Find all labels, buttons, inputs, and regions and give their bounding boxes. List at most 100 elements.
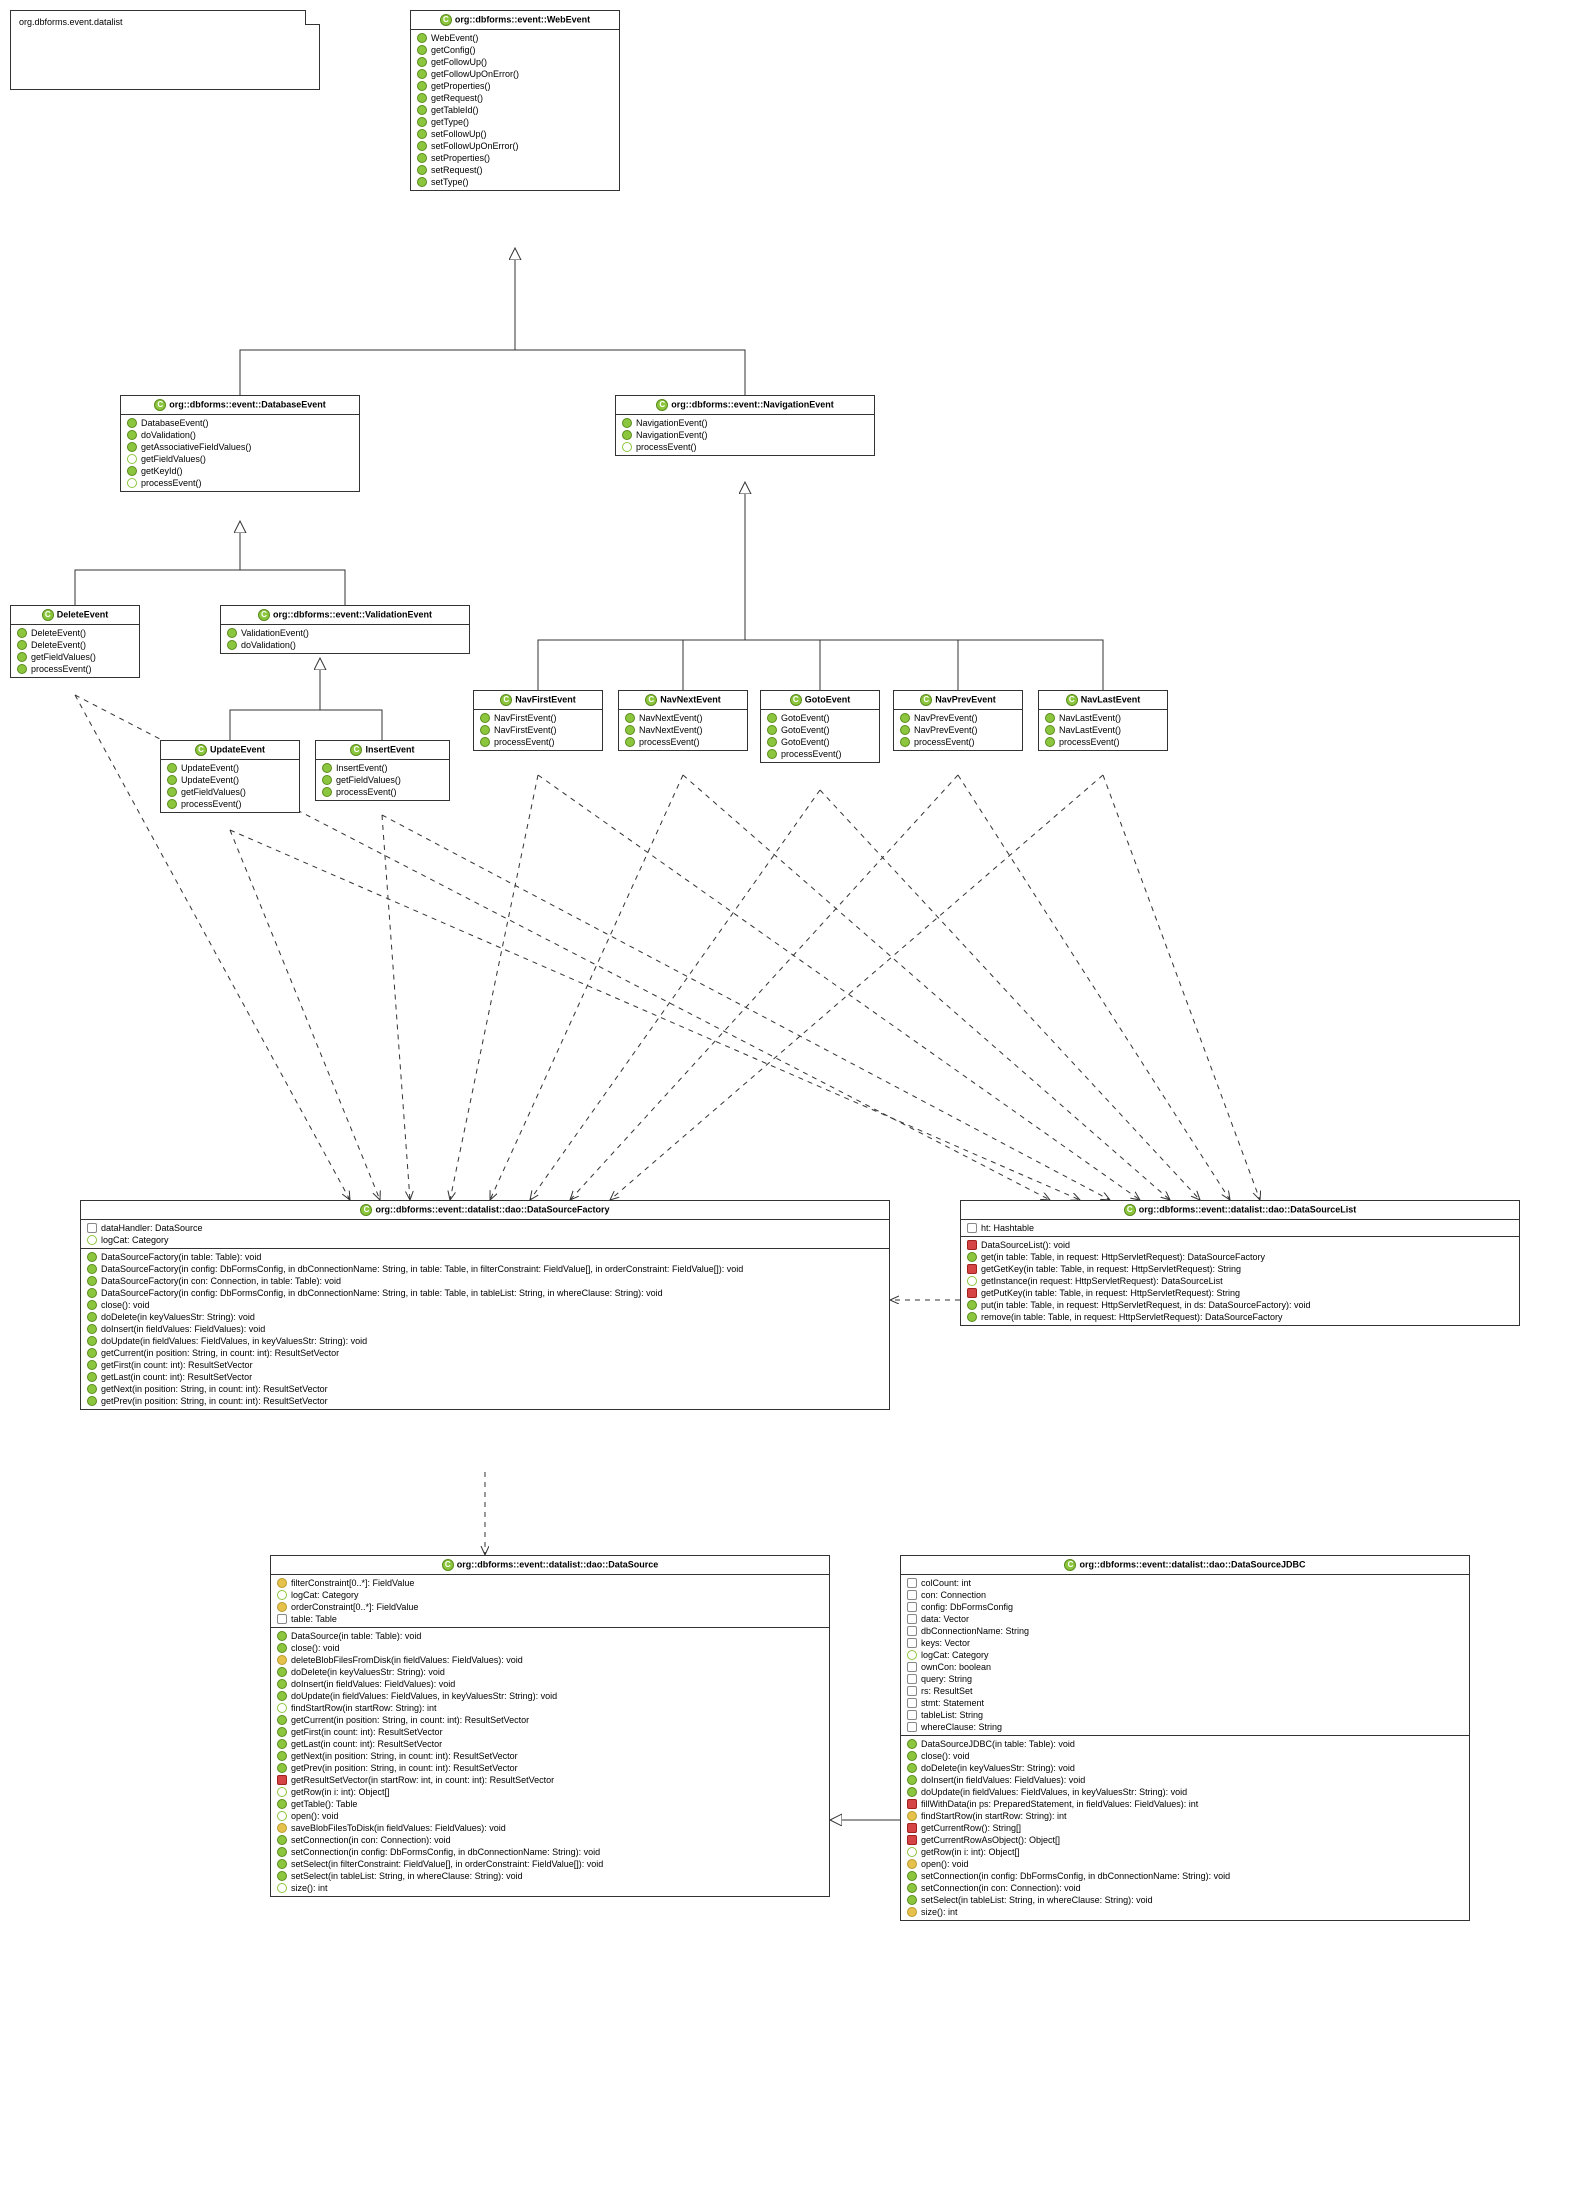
operation-text: NavNextEvent() <box>639 725 703 735</box>
operation-row: doInsert(in fieldValues: FieldValues): v… <box>901 1774 1469 1786</box>
operation-text: UpdateEvent() <box>181 763 239 773</box>
visibility-icon <box>417 45 427 55</box>
visibility-icon <box>17 664 27 674</box>
operation-row: deleteBlobFilesFromDisk(in fieldValues: … <box>271 1654 829 1666</box>
visibility-icon <box>967 1276 977 1286</box>
visibility-icon <box>967 1223 977 1233</box>
class-icon: C <box>1124 1204 1136 1216</box>
visibility-icon <box>417 165 427 175</box>
attribute-row: dataHandler: DataSource <box>81 1222 889 1234</box>
visibility-icon <box>277 1631 287 1641</box>
class-header: Corg::dbforms::event::ValidationEvent <box>221 606 469 625</box>
class-GotoEvent: CGotoEventGotoEvent()GotoEvent()GotoEven… <box>760 690 880 763</box>
operation-text: NavPrevEvent() <box>914 725 978 735</box>
operation-text: doInsert(in fieldValues: FieldValues): v… <box>101 1324 265 1334</box>
operation-text: fillWithData(in ps: PreparedStatement, i… <box>921 1799 1198 1809</box>
class-header: CGotoEvent <box>761 691 879 710</box>
visibility-icon <box>417 57 427 67</box>
operation-text: setConnection(in con: Connection): void <box>921 1883 1081 1893</box>
operation-text: close(): void <box>291 1643 340 1653</box>
class-title: GotoEvent <box>805 694 851 704</box>
operation-row: doValidation() <box>121 429 359 441</box>
visibility-icon <box>622 430 632 440</box>
attribute-row: orderConstraint[0..*]: FieldValue <box>271 1601 829 1613</box>
visibility-icon <box>417 69 427 79</box>
visibility-icon <box>87 1252 97 1262</box>
operation-text: getTableId() <box>431 105 479 115</box>
class-title: DeleteEvent <box>57 609 109 619</box>
attribute-row: whereClause: String <box>901 1721 1469 1733</box>
operation-row: getRow(in i: int): Object[] <box>271 1786 829 1798</box>
class-title: UpdateEvent <box>210 744 265 754</box>
operation-row: getFieldValues() <box>316 774 449 786</box>
visibility-icon <box>87 1235 97 1245</box>
operation-text: DataSourceFactory(in config: DbFormsConf… <box>101 1264 743 1274</box>
class-header: CNavLastEvent <box>1039 691 1167 710</box>
operations-section: DataSource(in table: Table): voidclose()… <box>271 1628 829 1896</box>
operation-row: getResultSetVector(in startRow: int, in … <box>271 1774 829 1786</box>
attribute-row: ht: Hashtable <box>961 1222 1519 1234</box>
operation-text: processEvent() <box>914 737 975 747</box>
operation-text: getPrev(in position: String, in count: i… <box>291 1763 518 1773</box>
visibility-icon <box>907 1686 917 1696</box>
class-DataSource: Corg::dbforms::event::datalist::dao::Dat… <box>270 1555 830 1897</box>
class-icon: C <box>195 744 207 756</box>
operation-row: getLast(in count: int): ResultSetVector <box>271 1738 829 1750</box>
operation-row: processEvent() <box>761 748 879 760</box>
operation-text: processEvent() <box>141 478 202 488</box>
operation-row: open(): void <box>901 1858 1469 1870</box>
attribute-row: table: Table <box>271 1613 829 1625</box>
visibility-icon <box>277 1691 287 1701</box>
class-header: Corg::dbforms::event::datalist::dao::Dat… <box>961 1201 1519 1220</box>
visibility-icon <box>277 1655 287 1665</box>
operations-section: NavFirstEvent()NavFirstEvent()processEve… <box>474 710 602 750</box>
visibility-icon <box>907 1895 917 1905</box>
operation-text: deleteBlobFilesFromDisk(in fieldValues: … <box>291 1655 523 1665</box>
class-title: org::dbforms::event::datalist::dao::Data… <box>457 1559 659 1569</box>
operation-row: doInsert(in fieldValues: FieldValues): v… <box>271 1678 829 1690</box>
operation-text: getType() <box>431 117 469 127</box>
visibility-icon <box>967 1300 977 1310</box>
operations-section: ValidationEvent()doValidation() <box>221 625 469 653</box>
operation-row: fillWithData(in ps: PreparedStatement, i… <box>901 1798 1469 1810</box>
attribute-text: logCat: Category <box>101 1235 169 1245</box>
visibility-icon <box>1045 737 1055 747</box>
class-ValidationEvent: Corg::dbforms::event::ValidationEventVal… <box>220 605 470 654</box>
visibility-icon <box>87 1396 97 1406</box>
operations-section: GotoEvent()GotoEvent()GotoEvent()process… <box>761 710 879 762</box>
operations-section: DataSourceJDBC(in table: Table): voidclo… <box>901 1736 1469 1920</box>
visibility-icon <box>1045 713 1055 723</box>
visibility-icon <box>907 1662 917 1672</box>
operation-text: doUpdate(in fieldValues: FieldValues, in… <box>291 1691 557 1701</box>
visibility-icon <box>967 1264 977 1274</box>
class-NavNextEvent: CNavNextEventNavNextEvent()NavNextEvent(… <box>618 690 748 751</box>
operation-text: size(): int <box>291 1883 328 1893</box>
visibility-icon <box>127 430 137 440</box>
class-header: Corg::dbforms::event::DatabaseEvent <box>121 396 359 415</box>
class-WebEvent: Corg::dbforms::event::WebEventWebEvent()… <box>410 10 620 191</box>
operation-row: getCurrent(in position: String, in count… <box>271 1714 829 1726</box>
class-NavPrevEvent: CNavPrevEventNavPrevEvent()NavPrevEvent(… <box>893 690 1023 751</box>
operation-row: DataSourceFactory(in table: Table): void <box>81 1251 889 1263</box>
visibility-icon <box>907 1710 917 1720</box>
visibility-icon <box>277 1643 287 1653</box>
visibility-icon <box>167 763 177 773</box>
operation-row: NavPrevEvent() <box>894 724 1022 736</box>
attribute-text: config: DbFormsConfig <box>921 1602 1013 1612</box>
operation-row: setSelect(in filterConstraint: FieldValu… <box>271 1858 829 1870</box>
visibility-icon <box>17 628 27 638</box>
operation-text: getFirst(in count: int): ResultSetVector <box>101 1360 253 1370</box>
operation-row: getRow(in i: int): Object[] <box>901 1846 1469 1858</box>
operation-text: setSelect(in tableList: String, in where… <box>921 1895 1153 1905</box>
visibility-icon <box>907 1799 917 1809</box>
operation-text: getCurrentRowAsObject(): Object[] <box>921 1835 1060 1845</box>
operation-row: getType() <box>411 116 619 128</box>
operation-row: UpdateEvent() <box>161 762 299 774</box>
class-header: CUpdateEvent <box>161 741 299 760</box>
operation-row: setRequest() <box>411 164 619 176</box>
attribute-text: query: String <box>921 1674 972 1684</box>
operation-text: getLast(in count: int): ResultSetVector <box>291 1739 442 1749</box>
visibility-icon <box>277 1835 287 1845</box>
attribute-text: dbConnectionName: String <box>921 1626 1029 1636</box>
operation-row: setConnection(in con: Connection): void <box>271 1834 829 1846</box>
